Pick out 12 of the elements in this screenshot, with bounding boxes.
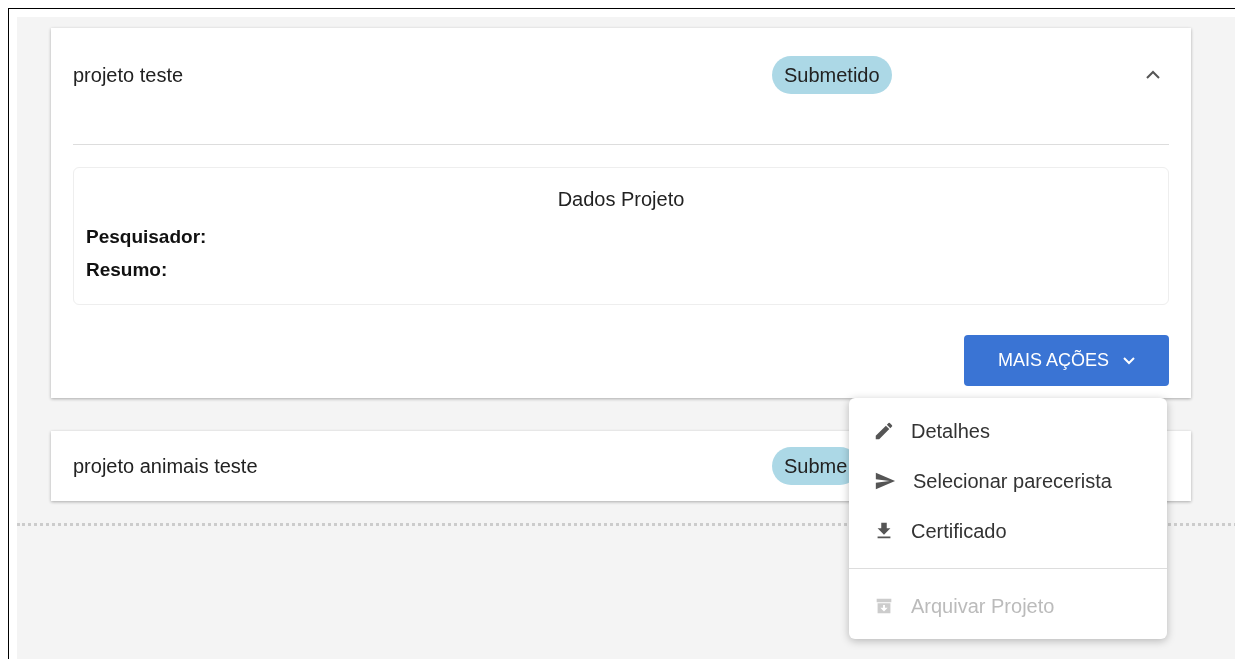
chevron-up-icon[interactable] xyxy=(1145,70,1161,80)
field-label: Pesquisador: xyxy=(86,225,208,249)
pencil-icon xyxy=(873,420,895,442)
menu-item[interactable]: Certificado xyxy=(849,506,1167,556)
chevron-down-icon xyxy=(1123,356,1135,365)
project-title: projeto animais teste xyxy=(73,454,259,479)
field-label: Resumo: xyxy=(86,258,169,282)
more-actions-button[interactable]: MAIS AÇÕES xyxy=(964,335,1169,386)
project-title: projeto teste xyxy=(73,63,185,88)
send-icon xyxy=(873,470,897,492)
section-heading: Dados Projeto xyxy=(556,187,686,212)
status-badge: Submetido xyxy=(772,56,892,94)
